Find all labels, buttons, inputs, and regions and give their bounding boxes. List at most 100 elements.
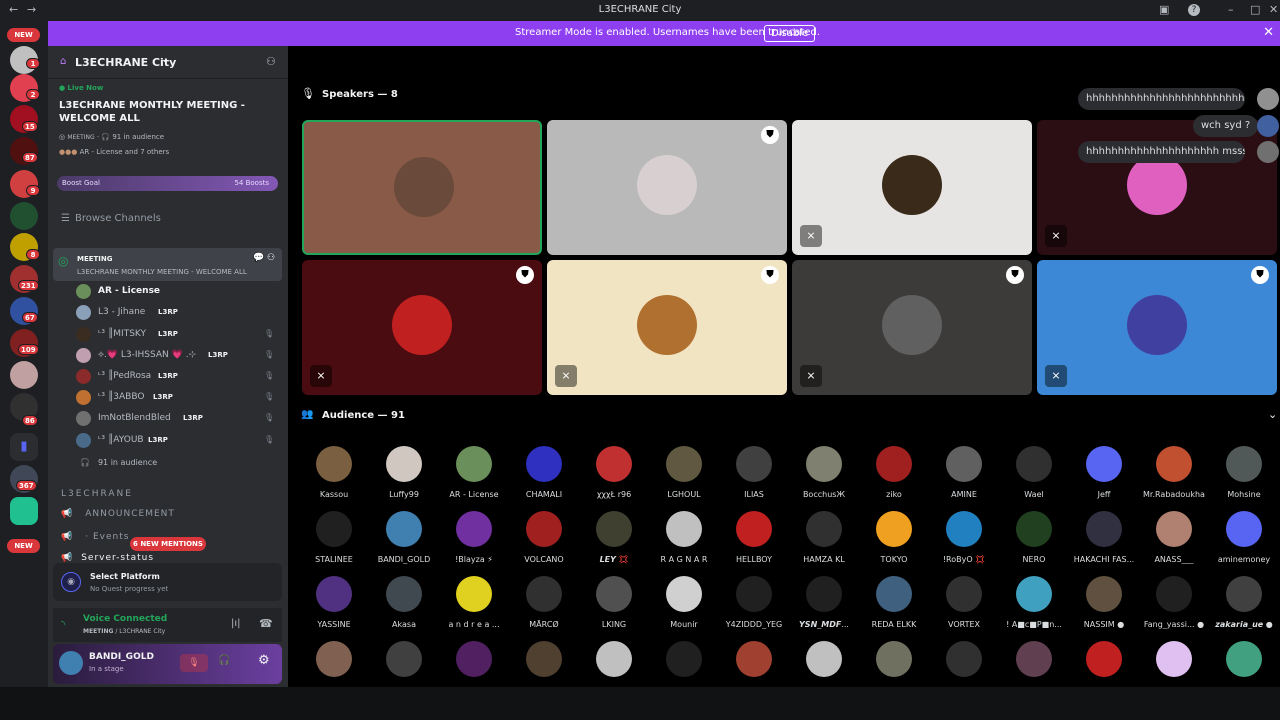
audience-member[interactable]: Mr.Rabadoukha [1140,446,1208,499]
audience-member[interactable]: BANDI_GOLD [370,511,438,564]
audience-member[interactable]: TOKYO [860,511,928,564]
audience-member[interactable]: !RoByO 💢 [930,511,998,564]
disconnect-icon[interactable]: ☎ [259,617,273,630]
settings-gear-icon[interactable]: ⚙ [258,653,270,668]
soundboard-icon[interactable]: |ı| [231,618,241,629]
help-icon[interactable]: ? [1188,4,1200,16]
voice-channel[interactable]: MEETING / L3CHRANE City [83,628,165,635]
username[interactable]: BANDI_GOLD [89,652,154,662]
voice-status[interactable]: Voice Connected [83,614,167,624]
add-member-icon[interactable]: ⚇ [267,253,275,263]
close-icon[interactable]: ✕ [1269,3,1278,17]
speaker-tile[interactable] [302,120,542,255]
disable-button[interactable]: Disable [764,25,816,42]
speaker-tile[interactable]: ⨯ [792,120,1032,255]
audience-member[interactable]: R A G N A R [650,511,718,564]
browse-channels[interactable]: ☰ Browse Channels [61,213,161,224]
audience-member[interactable] [510,641,578,677]
audience-member[interactable]: Akasa [370,576,438,629]
audience-member[interactable]: HAMZA KL [790,511,858,564]
audience-member[interactable]: Luffy99 [370,446,438,499]
headphones-icon[interactable]: 🎧 [218,655,230,666]
audience-member[interactable] [720,641,788,677]
audience-member[interactable]: CHAMALI [510,446,578,499]
audience-member[interactable] [1210,641,1278,677]
audience-member[interactable]: ANASS___ [1140,511,1208,564]
audience-member[interactable] [790,641,858,677]
speaker-tile[interactable]: ⛊ ⨯ [1037,260,1277,395]
chat-icon[interactable]: 💬 [253,253,264,263]
channel-announcement[interactable]: 📢 ANNOUNCEMENT [61,509,175,519]
channel-events[interactable]: 📢 · Events [61,532,129,542]
speaker-tile[interactable]: ⛊ ⨯ [302,260,542,395]
new-unreads-pill[interactable]: NEW [7,28,40,42]
audience-member[interactable]: a n d r e a ... [440,576,508,629]
audience-member[interactable]: HELLBOY [720,511,788,564]
maximize-icon[interactable]: □ [1250,3,1260,17]
audience-member[interactable]: MĀRCØ [510,576,578,629]
category-header[interactable]: L3ECHRANE [61,489,133,499]
audience-member[interactable]: 𝙯𝙖𝙠𝙖𝙧𝙞𝙖_𝙪𝙚 ● [1210,576,1278,629]
audience-member[interactable]: BocchusЖ [790,446,858,499]
audience-member[interactable] [1070,641,1138,677]
new-mentions-pill[interactable]: 6 NEW MENTIONS [130,537,206,551]
quest-panel[interactable]: ◉ Select Platform No Quest progress yet [53,563,282,601]
audience-member[interactable]: AMINE [930,446,998,499]
audience-member[interactable]: REDA ELKK [860,576,928,629]
audience-member[interactable]: 𝙔𝙎𝙉_𝙈𝘿𝙁... [790,576,858,629]
event-title[interactable]: L3ECHRANE MONTHLY MEETING - WELCOME ALL [59,99,281,125]
add-member-icon[interactable]: ⚇ [266,55,276,68]
audience-member[interactable]: Fang_yassi... ● [1140,576,1208,629]
audience-member[interactable]: STALINEE [300,511,368,564]
audience-member[interactable]: HAKACHI FAS... [1070,511,1138,564]
audience-member[interactable] [1140,641,1208,677]
audience-member[interactable]: Jeff [1070,446,1138,499]
signal-icon[interactable]: ◝ [61,618,65,631]
audience-member[interactable] [370,641,438,677]
audience-member[interactable] [650,641,718,677]
inbox-icon[interactable]: ▣ [1159,3,1169,17]
audience-member[interactable]: !Blayza ⚡ [440,511,508,564]
audience-member[interactable]: LKING [580,576,648,629]
audience-member[interactable]: ! A■c■P■n... [1000,576,1068,629]
channel-server-status[interactable]: 📢 Server-status [61,553,154,563]
audience-member[interactable]: aminemoney [1210,511,1278,564]
audience-member[interactable] [930,641,998,677]
audience-member[interactable]: Kassou [300,446,368,499]
audience-member[interactable]: Mohsine [1210,446,1278,499]
audience-member[interactable]: Mounir [650,576,718,629]
audience-member[interactable]: NASSIM ● [1070,576,1138,629]
audience-member[interactable]: 𝙇𝙀𝙔 💢 [580,511,648,564]
audience-member[interactable]: Y4ZIDDD_YEG [720,576,788,629]
audience-member[interactable]: VORTEX [930,576,998,629]
speaker-tile[interactable]: ⛊ ⨯ [547,260,787,395]
audience-member[interactable] [440,641,508,677]
speaker-tile[interactable]: ⛊ [547,120,787,255]
audience-member[interactable]: ILIAS [720,446,788,499]
boost-goal-bar[interactable]: Boost Goal 54 Boosts [57,176,278,191]
audience-member[interactable]: Wael [1000,446,1068,499]
speaker-tile[interactable]: ⛊ ⨯ [792,260,1032,395]
close-banner-icon[interactable]: ✕ [1263,25,1274,40]
stage-channel-meeting[interactable]: ◎ MEETING L3ECHRANE MONTHLY MEETING - WE… [53,248,282,281]
audience-member[interactable] [300,641,368,677]
mic-muted-icon[interactable]: 🎙 [180,654,208,672]
folder-icon[interactable]: ▮ [10,433,38,461]
audience-member[interactable]: LGHOUL [650,446,718,499]
audience-member[interactable]: YASSINE [300,576,368,629]
audience-member[interactable]: χχχŁ r96 [580,446,648,499]
audience-member[interactable]: VOLCANO [510,511,578,564]
audience-count[interactable]: 🎧 91 in audience [80,458,157,467]
audience-member[interactable]: ziko [860,446,928,499]
server-header[interactable]: ⌂ L3ECHRANE City ⌄ ⚇ [48,46,288,79]
audience-member[interactable] [580,641,648,677]
audience-member[interactable] [860,641,928,677]
server-icon[interactable] [10,497,38,525]
chevron-down-icon[interactable]: ⌄ [1268,408,1277,421]
server-icon[interactable] [10,361,38,389]
audience-member[interactable] [1000,641,1068,677]
avatar[interactable] [59,651,83,675]
audience-member[interactable]: AR - License [440,446,508,499]
audience-member[interactable]: NERO [1000,511,1068,564]
minimize-icon[interactable]: – [1228,3,1234,17]
